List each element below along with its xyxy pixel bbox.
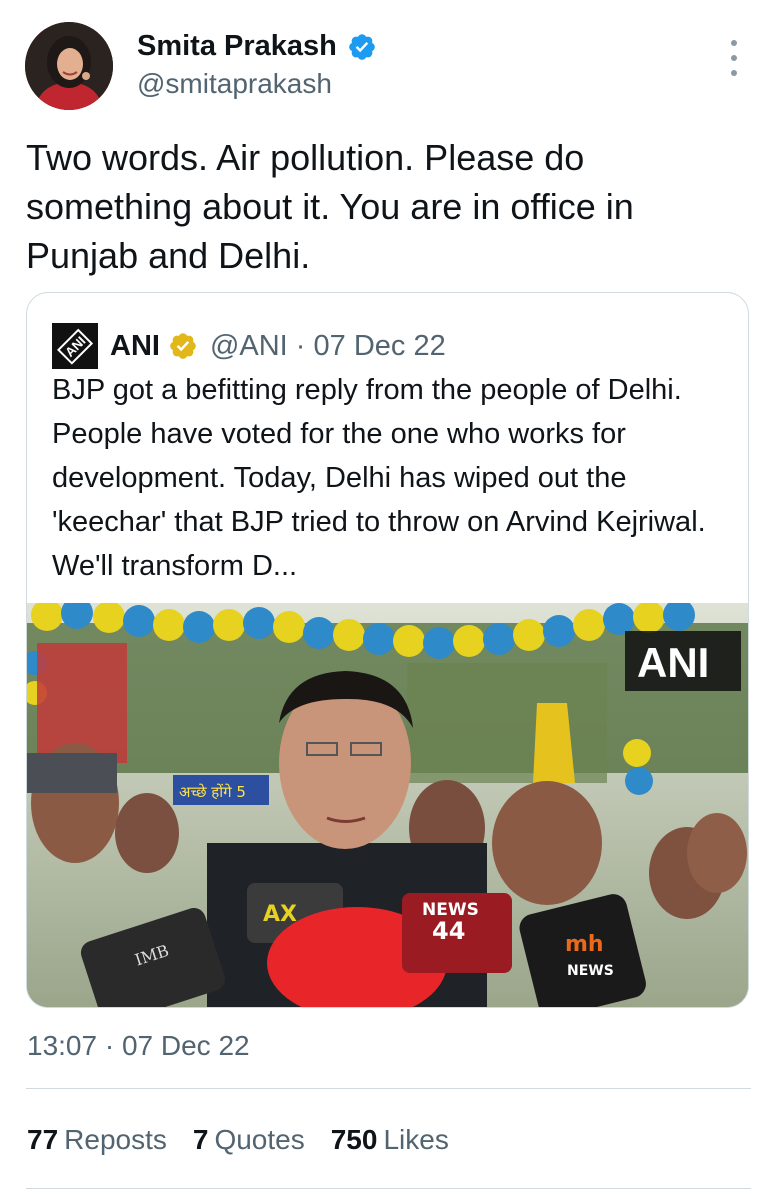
quotes-stat[interactable]: 7 Quotes	[193, 1124, 305, 1156]
likes-label: Likes	[383, 1124, 449, 1155]
quoted-tweet-text: BJP got a befitting reply from the peopl…	[52, 374, 706, 582]
ani-watermark: ANI	[637, 639, 709, 686]
divider	[26, 1188, 751, 1189]
engagement-stats: 77 Reposts 7 Quotes 750 Likes	[27, 1124, 449, 1156]
mic-label-44: 44	[432, 917, 465, 945]
more-options-icon[interactable]	[722, 40, 746, 76]
ani-logo-text: ANI	[56, 327, 94, 365]
author-handle[interactable]: @smitaprakash	[137, 68, 332, 100]
author-display-name[interactable]: Smita Prakash	[137, 30, 337, 63]
quoted-tweet-photo[interactable]: अच्छे होंगे 5 IMB AX NEWS 44 mh NEWS ANI	[27, 603, 748, 1007]
quoted-handle[interactable]: @ANI	[210, 330, 288, 362]
quotes-count: 7	[192, 1124, 209, 1155]
quoted-tweet-header: ANI ANI @ANI · 07 Dec 22	[52, 323, 446, 369]
quoted-author-name[interactable]: ANI	[110, 330, 160, 363]
quotes-label: Quotes	[214, 1124, 305, 1155]
mic-label-ax: AX	[263, 902, 297, 927]
likes-count: 750	[330, 1124, 378, 1155]
more-dot	[731, 55, 737, 61]
mic-label-mh-news: NEWS	[567, 963, 614, 979]
divider	[26, 1088, 751, 1089]
likes-stat[interactable]: 750 Likes	[331, 1124, 449, 1156]
ani-logo-avatar[interactable]: ANI	[52, 323, 98, 369]
more-dot	[731, 40, 737, 46]
more-dot	[731, 70, 737, 76]
reposts-label: Reposts	[64, 1124, 167, 1155]
author-name-row[interactable]: Smita Prakash	[137, 30, 377, 63]
author-avatar[interactable]	[25, 22, 113, 110]
quoted-tweet-card[interactable]: ANI ANI @ANI · 07 Dec 22 BJP got a befit…	[26, 292, 749, 1008]
mic-label-mh: mh	[565, 932, 604, 957]
meta-separator: ·	[287, 329, 314, 362]
press-conference-photo: अच्छे होंगे 5 IMB AX NEWS 44 mh NEWS ANI	[27, 603, 748, 1007]
avatar-image	[25, 22, 113, 110]
quoted-meta: @ANI · 07 Dec 22	[210, 330, 446, 363]
banner-text: अच्छे होंगे 5	[179, 783, 246, 801]
reposts-stat[interactable]: 77 Reposts	[27, 1124, 167, 1156]
reposts-count: 77	[27, 1124, 59, 1155]
tweet-timestamp[interactable]: 13:07 · 07 Dec 22	[27, 1030, 250, 1062]
tweet-text: Two words. Air pollution. Please do some…	[26, 137, 634, 276]
quoted-date[interactable]: 07 Dec 22	[314, 330, 446, 362]
verified-org-badge-icon	[170, 333, 196, 359]
verified-badge-icon	[349, 33, 375, 60]
